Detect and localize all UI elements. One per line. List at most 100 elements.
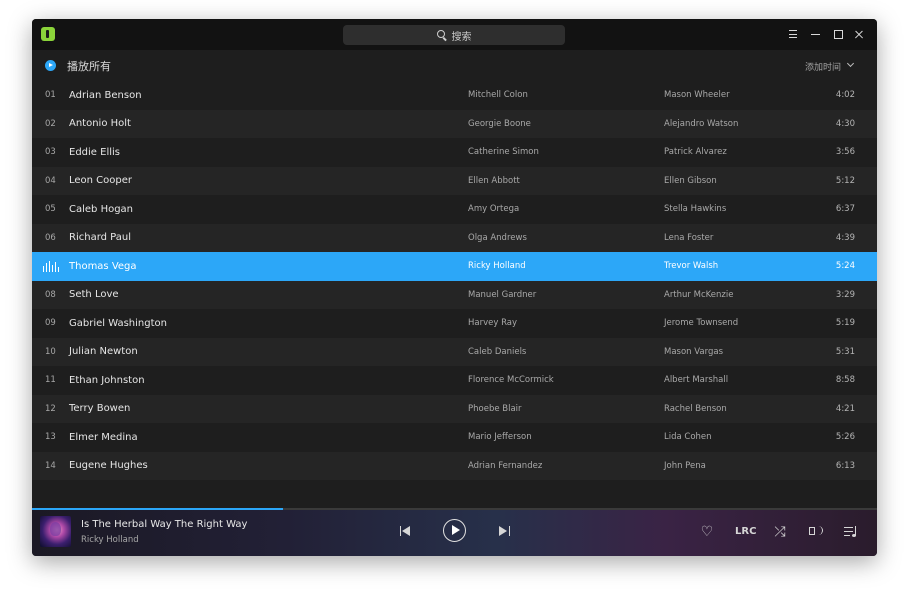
- track-title: Gabriel Washington: [69, 317, 167, 329]
- title-bar: 搜索: [32, 19, 877, 50]
- track-album: John Pena: [664, 460, 706, 471]
- volume-icon[interactable]: [808, 524, 824, 540]
- track-duration: 4:02: [835, 90, 855, 101]
- track-title: Caleb Hogan: [69, 203, 134, 215]
- track-row[interactable]: 10 Julian Newton Caleb Daniels Mason Vargas…: [32, 337, 877, 366]
- track-row[interactable]: 05 Caleb Hogan Amy Ortega Stella Hawkins 6:3…: [32, 195, 877, 224]
- track-artist: Olga Andrews: [468, 232, 527, 243]
- chevron-down-icon[interactable]: [846, 59, 855, 68]
- track-number: 08: [45, 289, 56, 300]
- track-album: Arthur McKenzie: [664, 289, 734, 300]
- track-artist: Mitchell Colon: [468, 90, 528, 101]
- player-bar: Is The Herbal Way The Right Way Ricky Ho…: [32, 508, 877, 556]
- track-number: 14: [45, 460, 56, 471]
- track-duration: 3:29: [835, 289, 855, 300]
- heart-icon[interactable]: ♡: [699, 524, 715, 540]
- lyrics-button[interactable]: LRC: [735, 526, 756, 537]
- track-duration: 6:13: [835, 460, 855, 471]
- track-duration: 4:39: [835, 232, 855, 243]
- track-album: Ellen Gibson: [664, 175, 717, 186]
- now-playing-equalizer-icon: [43, 261, 60, 272]
- progress-fill: [32, 508, 283, 510]
- track-album: Albert Marshall: [664, 375, 729, 386]
- track-album: Patrick Alvarez: [664, 147, 727, 158]
- track-row[interactable]: 03 Eddie Ellis Catherine Simon Patrick Alva…: [32, 138, 877, 167]
- track-artist: Ricky Holland: [468, 261, 526, 272]
- track-album: Rachel Benson: [664, 403, 727, 414]
- track-duration: 5:26: [835, 432, 855, 443]
- track-artist: Ellen Abbott: [468, 175, 520, 186]
- track-artist: Catherine Simon: [468, 147, 539, 158]
- track-row[interactable]: 12 Terry Bowen Phoebe Blair Rachel Benson 4:…: [32, 394, 877, 423]
- track-row[interactable]: Thomas Vega Ricky Holland Trevor Walsh 5:24: [32, 252, 877, 281]
- track-album: Lida Cohen: [664, 432, 712, 443]
- search-placeholder: 搜索: [451, 31, 472, 43]
- track-artist: Mario Jefferson: [468, 432, 532, 443]
- track-number: 06: [45, 232, 56, 243]
- play-all-button[interactable]: 播放所有: [67, 58, 111, 74]
- minimize-icon[interactable]: [807, 25, 825, 43]
- progress-bar[interactable]: [32, 508, 877, 510]
- track-duration: 5:12: [835, 175, 855, 186]
- track-album: Jerome Townsend: [664, 318, 739, 329]
- track-album: Lena Foster: [664, 232, 714, 243]
- track-title: Richard Paul: [69, 232, 131, 244]
- shuffle-icon[interactable]: ⤮: [772, 524, 788, 540]
- track-title: Terry Bowen: [69, 403, 131, 415]
- album-cover[interactable]: [40, 516, 71, 547]
- track-title: Seth Love: [69, 289, 119, 301]
- track-artist: Manuel Gardner: [468, 289, 537, 300]
- track-number: 10: [45, 346, 56, 357]
- track-row[interactable]: 01 Adrian Benson Mitchell Colon Mason Wheel…: [32, 81, 877, 110]
- track-artist: Georgie Boone: [468, 118, 531, 129]
- track-row[interactable]: 13 Elmer Medina Mario Jefferson Lida Cohen 5…: [32, 423, 877, 452]
- track-number: 11: [45, 375, 56, 386]
- track-artist: Harvey Ray: [468, 318, 518, 329]
- track-artist: Amy Ortega: [468, 204, 520, 215]
- menu-icon[interactable]: [785, 25, 803, 43]
- play-icon[interactable]: [443, 519, 466, 542]
- track-title: Ethan Johnston: [69, 374, 145, 386]
- track-artist: Adrian Fernandez: [468, 460, 543, 471]
- track-number: 04: [45, 175, 56, 186]
- track-row[interactable]: 09 Gabriel Washington Harvey Ray Jerome Tow…: [32, 309, 877, 338]
- track-title: Eugene Hughes: [69, 460, 148, 472]
- track-row[interactable]: 02 Antonio Holt Georgie Boone Alejandro Wat…: [32, 109, 877, 138]
- list-header: 播放所有 添加时间: [32, 50, 877, 81]
- track-duration: 8:58: [835, 375, 855, 386]
- track-row[interactable]: 06 Richard Paul Olga Andrews Lena Foster 4:3…: [32, 223, 877, 252]
- track-row[interactable]: 11 Ethan Johnston Florence McCormick Albert…: [32, 366, 877, 395]
- maximize-icon[interactable]: [829, 25, 847, 43]
- track-title: Antonio Holt: [69, 118, 131, 130]
- track-duration: 5:24: [835, 261, 855, 272]
- track-album: Alejandro Watson: [664, 118, 739, 129]
- track-duration: 4:30: [835, 118, 855, 129]
- now-playing-title: Is The Herbal Way The Right Way: [81, 519, 248, 530]
- play-all-icon[interactable]: [45, 60, 56, 71]
- track-title: Julian Newton: [69, 346, 138, 358]
- track-album: Trevor Walsh: [664, 261, 719, 272]
- track-duration: 4:21: [835, 403, 855, 414]
- track-duration: 6:37: [835, 204, 855, 215]
- track-title: Elmer Medina: [69, 431, 138, 443]
- music-note-icon: [41, 27, 55, 41]
- track-list: 01 Adrian Benson Mitchell Colon Mason Wheel…: [32, 81, 877, 480]
- track-row[interactable]: 14 Eugene Hughes Adrian Fernandez John Pena…: [32, 451, 877, 480]
- music-player-window: 搜索 播放所有 添加时间 01 Adrian Benson Mitchell Col…: [32, 19, 877, 556]
- search-box[interactable]: 搜索: [343, 25, 565, 45]
- track-duration: 3:56: [835, 147, 855, 158]
- sort-dropdown[interactable]: 添加时间: [805, 60, 841, 73]
- track-title: Eddie Ellis: [69, 146, 120, 158]
- track-album: Mason Vargas: [664, 346, 724, 357]
- playlist-icon[interactable]: [843, 524, 859, 540]
- close-icon[interactable]: [850, 25, 868, 43]
- track-row[interactable]: 08 Seth Love Manuel Gardner Arthur McKenzie…: [32, 280, 877, 309]
- previous-icon[interactable]: [400, 525, 412, 537]
- track-artist: Caleb Daniels: [468, 346, 527, 357]
- track-number: 05: [45, 204, 56, 215]
- track-duration: 5:19: [835, 318, 855, 329]
- track-title: Leon Cooper: [69, 175, 133, 187]
- next-icon[interactable]: [498, 525, 510, 537]
- track-album: Stella Hawkins: [664, 204, 727, 215]
- track-row[interactable]: 04 Leon Cooper Ellen Abbott Ellen Gibson 5:1…: [32, 166, 877, 195]
